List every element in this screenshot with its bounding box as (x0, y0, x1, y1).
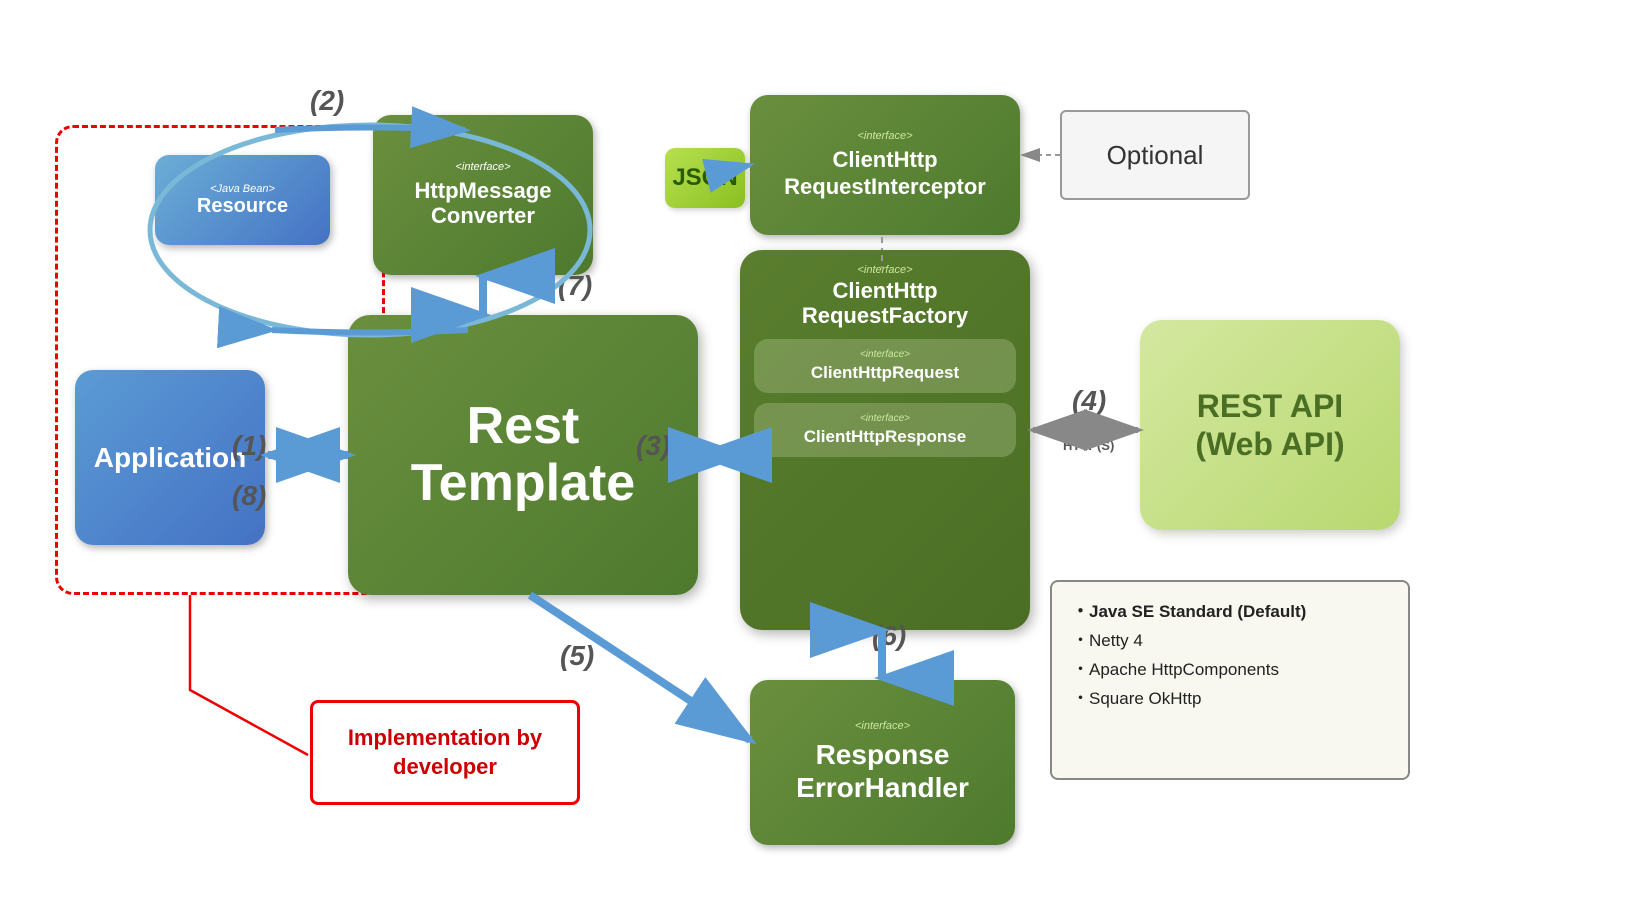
num-3: (3) (636, 430, 670, 462)
hmc-box: <interface> HttpMessageConverter (373, 115, 593, 275)
json-badge: JSON (665, 148, 745, 208)
optional-box: Optional (1060, 110, 1250, 200)
diagram: Application <Java Bean> Resource RestTem… (0, 0, 1639, 922)
hmc-interface-label: <interface> (455, 161, 510, 174)
optional-label: Optional (1107, 140, 1204, 171)
impl-item-2: ・Netty 4 (1072, 627, 1388, 656)
rest-api-box: REST API(Web API) (1140, 320, 1400, 530)
resource-title: Resource (197, 195, 288, 218)
num-5: (5) (560, 640, 594, 672)
chri-box: <interface> ClientHttpRequestInterceptor (750, 95, 1020, 235)
num-7: (7) (558, 270, 592, 302)
chri-interface-label: <interface> (857, 130, 912, 143)
impl-item-4: ・Square OkHttp (1072, 685, 1388, 714)
chr-interface-label: <interface> (754, 264, 1016, 276)
impl-item-1: ・Java SE Standard (Default) (1072, 598, 1388, 627)
chr-factory-box: <interface> ClientHttpRequestFactory <in… (740, 250, 1030, 630)
num-6: (6) (872, 620, 906, 652)
chr-request-box: <interface> ClientHttpRequest (754, 339, 1016, 393)
chr-response-title: ClientHttpResponse (804, 427, 966, 446)
resource-interface-label: <Java Bean> (210, 183, 275, 195)
chr-response-box: <interface> ClientHttpResponse (754, 403, 1016, 457)
rest-template-label: RestTemplate (411, 398, 635, 512)
hmc-title: HttpMessageConverter (415, 178, 552, 229)
chri-title: ClientHttpRequestInterceptor (784, 147, 986, 200)
chr-request-title: ClientHttpRequest (811, 363, 959, 382)
chr-request-iface: <interface> (766, 349, 1004, 360)
https-label: HTTP(S) (1063, 438, 1114, 453)
json-label: JSON (672, 164, 737, 192)
rest-api-label: REST API(Web API) (1195, 387, 1344, 464)
resource-box: <Java Bean> Resource (155, 155, 330, 245)
num-2: (2) (310, 85, 344, 117)
reh-interface-label: <interface> (855, 720, 910, 733)
impl-list-box: ・Java SE Standard (Default) ・Netty 4 ・Ap… (1050, 580, 1410, 780)
chr-factory-title: ClientHttpRequestFactory (754, 278, 1016, 329)
num-4: (4) (1072, 385, 1106, 417)
impl-dev-box: Implementation by developer (310, 700, 580, 805)
application-label: Application (94, 442, 246, 474)
reh-box: <interface> ResponseErrorHandler (750, 680, 1015, 845)
chr-response-iface: <interface> (766, 413, 1004, 424)
impl-dev-label: Implementation by developer (313, 724, 577, 781)
reh-title: ResponseErrorHandler (796, 738, 969, 805)
num-1: (1) (232, 430, 266, 462)
impl-item-3: ・Apache HttpComponents (1072, 656, 1388, 685)
num-8: (8) (232, 480, 266, 512)
